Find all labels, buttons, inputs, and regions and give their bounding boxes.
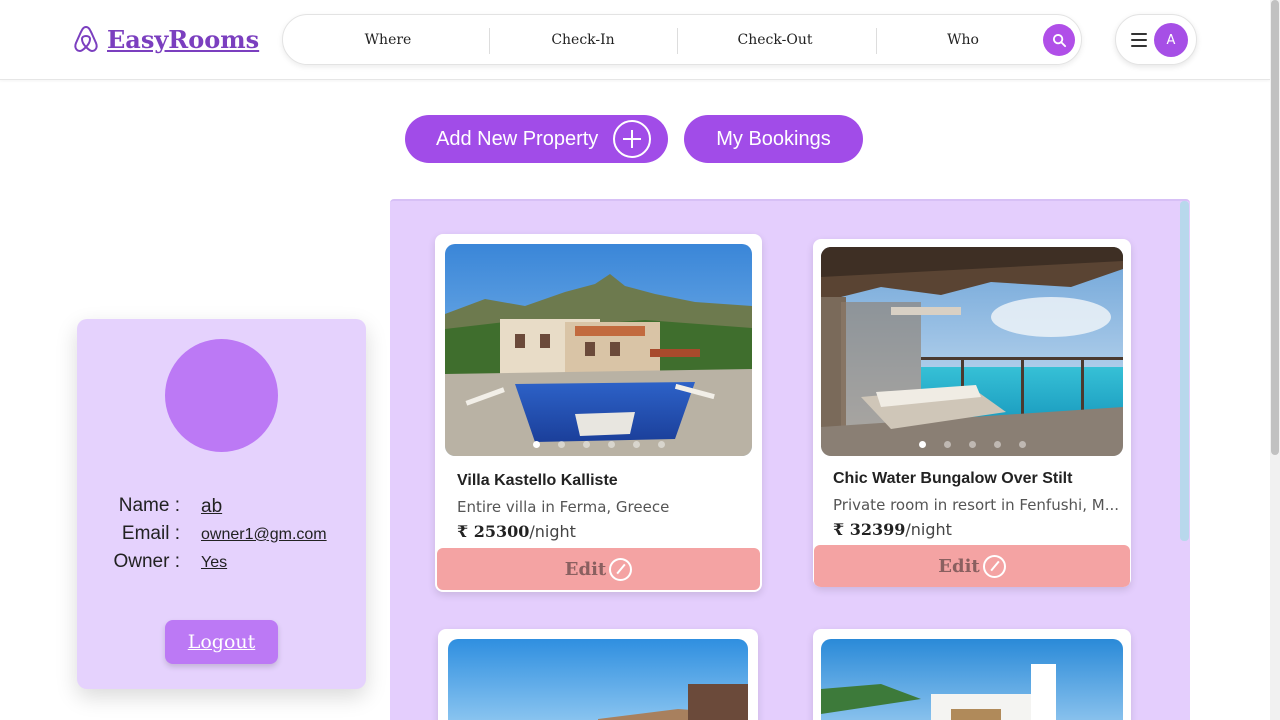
listing-title: Chic Water Bungalow Over Stilt bbox=[833, 470, 1073, 487]
logout-button[interactable]: Logout bbox=[165, 620, 278, 664]
user-avatar: A bbox=[1154, 23, 1188, 57]
page-scrollbar-thumb[interactable] bbox=[1271, 0, 1279, 455]
listing-photo[interactable] bbox=[821, 639, 1123, 720]
divider bbox=[489, 28, 490, 54]
brand-name[interactable]: EasyRooms bbox=[107, 25, 259, 54]
villa-photo-image bbox=[445, 244, 752, 456]
edit-icon bbox=[609, 557, 633, 581]
search-button[interactable] bbox=[1043, 24, 1075, 56]
photo-carousel-dots[interactable] bbox=[445, 441, 752, 448]
name-value[interactable]: ab bbox=[201, 496, 222, 518]
listings-panel: Villa Kastello Kalliste Entire villa in … bbox=[390, 199, 1190, 720]
email-value[interactable]: owner1@gm.com bbox=[201, 526, 327, 544]
divider bbox=[677, 28, 678, 54]
add-property-button[interactable]: Add New Property bbox=[405, 115, 668, 163]
search-bar[interactable]: Where Check-In Check-Out Who bbox=[282, 14, 1082, 65]
listing-photo-image bbox=[821, 639, 1123, 720]
listing-price: ₹ 32399/night bbox=[833, 520, 952, 539]
search-who[interactable]: Who bbox=[913, 15, 1013, 66]
listing-photo-image bbox=[448, 639, 748, 720]
listing-price: ₹ 25300/night bbox=[457, 522, 576, 541]
search-check-in[interactable]: Check-In bbox=[533, 15, 633, 66]
price-unit: /night bbox=[905, 520, 952, 539]
owner-value[interactable]: Yes bbox=[201, 554, 227, 572]
edit-label: Edit bbox=[564, 558, 607, 580]
listing-card[interactable]: Villa Kastello Kalliste Entire villa in … bbox=[435, 234, 762, 592]
profile-card: Name : ab Email : owner1@gm.com Owner : … bbox=[77, 319, 366, 689]
edit-icon bbox=[982, 554, 1006, 578]
brand-logo[interactable]: EasyRooms bbox=[73, 24, 259, 54]
name-label: Name : bbox=[118, 495, 180, 516]
divider bbox=[876, 28, 877, 54]
price-unit: /night bbox=[529, 522, 576, 541]
listing-card[interactable] bbox=[438, 629, 758, 720]
listing-photo[interactable] bbox=[821, 247, 1123, 456]
price-value: ₹ 25300 bbox=[457, 522, 530, 541]
profile-avatar bbox=[165, 339, 278, 452]
user-menu-button[interactable]: A bbox=[1115, 14, 1197, 65]
listing-location: Entire villa in Ferma, Greece bbox=[457, 498, 670, 516]
listing-photo[interactable] bbox=[448, 639, 748, 720]
logo-icon bbox=[74, 25, 98, 53]
listing-card[interactable]: Chic Water Bungalow Over Stilt Private r… bbox=[813, 239, 1131, 587]
search-icon bbox=[1052, 33, 1066, 47]
owner-label: Owner : bbox=[113, 551, 180, 572]
edit-label: Edit bbox=[938, 555, 980, 577]
edit-listing-button[interactable]: Edit bbox=[814, 545, 1130, 587]
search-check-out[interactable]: Check-Out bbox=[725, 15, 825, 66]
photo-carousel-dots[interactable] bbox=[821, 441, 1123, 448]
plus-icon bbox=[613, 120, 651, 158]
listing-location: Private room in resort in Fenfushi, M... bbox=[833, 496, 1119, 514]
hamburger-icon bbox=[1131, 33, 1147, 47]
add-property-label: Add New Property bbox=[436, 127, 599, 150]
listing-photo[interactable] bbox=[445, 244, 752, 456]
bungalow-photo-image bbox=[821, 247, 1123, 456]
edit-listing-button[interactable]: Edit bbox=[437, 548, 760, 590]
search-where[interactable]: Where bbox=[338, 15, 438, 66]
listing-title: Villa Kastello Kalliste bbox=[457, 472, 618, 489]
top-header: EasyRooms Where Check-In Check-Out Who A bbox=[0, 0, 1270, 80]
my-bookings-label: My Bookings bbox=[716, 127, 831, 150]
listings-scrollbar[interactable] bbox=[1180, 201, 1189, 541]
page-scrollbar[interactable] bbox=[1270, 0, 1280, 720]
price-value: ₹ 32399 bbox=[833, 520, 906, 539]
listing-card[interactable] bbox=[813, 629, 1131, 720]
email-label: Email : bbox=[121, 523, 180, 544]
my-bookings-button[interactable]: My Bookings bbox=[684, 115, 863, 163]
